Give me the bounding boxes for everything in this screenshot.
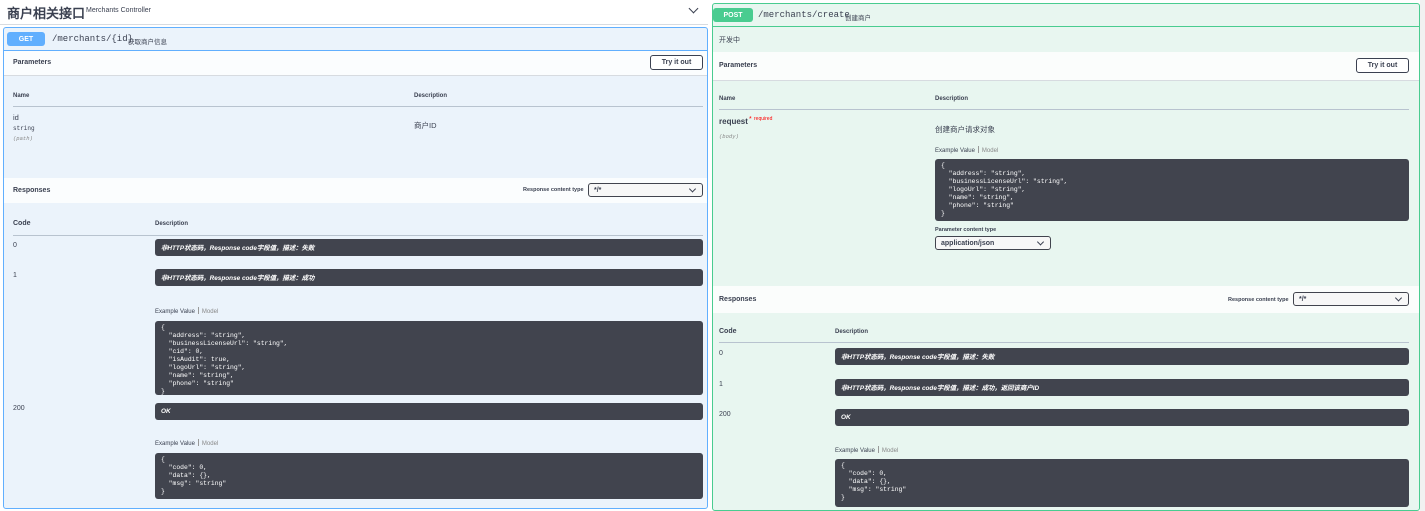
- col-description-header: Description: [935, 96, 969, 102]
- example-model-tabs: Example Value Model: [835, 446, 898, 454]
- response-content-type-label: Response content type: [523, 187, 584, 193]
- try-it-out-button[interactable]: Try it out: [650, 55, 703, 70]
- example-value-code: { "address": "string", "businessLicenseU…: [935, 159, 1409, 221]
- operation-path: /merchants/create: [758, 10, 850, 20]
- response-code: 200: [13, 405, 25, 412]
- example-value-tab[interactable]: Example Value: [155, 309, 195, 315]
- param-description: 创建商户请求对象: [935, 125, 995, 134]
- response-code: 1: [719, 381, 723, 388]
- params-divider: [719, 109, 1409, 110]
- method-badge-post: POST: [713, 8, 753, 22]
- example-value-code: { "code": 0, "data": {}, "msg": "string"…: [835, 459, 1409, 507]
- param-content-type-value: application/json: [941, 239, 995, 247]
- param-name: id: [13, 113, 19, 122]
- response-code: 0: [13, 242, 17, 249]
- responses-title: Responses: [13, 187, 51, 194]
- example-value-tab[interactable]: Example Value: [835, 448, 875, 454]
- operation-summary[interactable]: GET /merchants/{id} 获取商户信息: [4, 28, 707, 51]
- response-content-type-select[interactable]: */*: [1293, 292, 1409, 306]
- responses-divider: [719, 342, 1409, 343]
- responses-header: Responses Response content type */*: [713, 286, 1419, 313]
- scrollbar[interactable]: [1420, 0, 1425, 511]
- collapse-chevron-icon[interactable]: [688, 3, 699, 14]
- param-content-type-select[interactable]: application/json: [935, 236, 1051, 250]
- response-description: OK: [835, 409, 1409, 426]
- responses-header: Responses Response content type */*: [4, 178, 707, 203]
- responses-title: Responses: [719, 296, 757, 303]
- param-type: string: [13, 125, 35, 132]
- operation-summary-text: 获取商户信息: [128, 39, 167, 46]
- col-name-header: Name: [719, 96, 736, 102]
- chevron-down-icon: [1394, 294, 1403, 302]
- example-model-tabs: Example Value Model: [935, 146, 998, 154]
- tag-title: 商户相关接口: [7, 6, 86, 21]
- chevron-down-icon: [1036, 238, 1045, 246]
- example-value-code: { "code": 0, "data": {}, "msg": "string"…: [155, 453, 703, 499]
- response-code: 0: [719, 350, 723, 357]
- tag-header[interactable]: 商户相关接口 Merchants Controller: [0, 0, 708, 25]
- description-header: Description: [835, 329, 869, 335]
- param-description: 商户ID: [414, 121, 437, 130]
- example-value-tab[interactable]: Example Value: [935, 148, 975, 154]
- model-tab[interactable]: Model: [882, 448, 898, 454]
- col-name-header: Name: [13, 93, 30, 99]
- param-in: (path): [13, 135, 33, 142]
- response-content-type-value: */*: [1299, 295, 1307, 303]
- response-content-type-value: */*: [594, 186, 602, 194]
- model-tab[interactable]: Model: [202, 309, 218, 315]
- parameters-title: Parameters: [13, 59, 52, 66]
- operation-path: /merchants/{id}: [52, 34, 134, 44]
- responses-divider: [13, 235, 703, 236]
- try-it-out-button[interactable]: Try it out: [1356, 58, 1409, 73]
- parameters-header: Parameters Try it out: [713, 52, 1419, 81]
- example-model-tabs: Example Value Model: [155, 307, 218, 315]
- example-value-tab[interactable]: Example Value: [155, 441, 195, 447]
- response-description: 非HTTP状态码，Response code字段值，描述：失败: [835, 348, 1409, 365]
- required-label: required: [754, 116, 773, 122]
- response-code: 1: [13, 272, 17, 279]
- get-operation-block: GET /merchants/{id} 获取商户信息 Parameters Tr…: [3, 27, 708, 509]
- response-content-type-label: Response content type: [1228, 297, 1289, 303]
- param-in: (body): [719, 133, 739, 140]
- tag-subtitle: Merchants Controller: [86, 7, 151, 14]
- required-star: *: [749, 116, 752, 123]
- example-model-tabs: Example Value Model: [155, 439, 218, 447]
- parameters-title: Parameters: [719, 62, 758, 69]
- chevron-down-icon: [688, 185, 697, 193]
- operation-description: 开发中: [719, 37, 740, 44]
- code-header: Code: [13, 220, 31, 227]
- code-header: Code: [719, 328, 737, 335]
- response-description: OK: [155, 403, 703, 420]
- param-content-type-label: Parameter content type: [935, 227, 997, 233]
- params-divider: [13, 106, 703, 107]
- post-operation-block: POST /merchants/create 创建商户 开发中 Paramete…: [712, 3, 1420, 511]
- response-content-type-select[interactable]: */*: [588, 183, 703, 197]
- param-name: request: [719, 117, 748, 126]
- response-code: 200: [719, 411, 731, 418]
- model-tab[interactable]: Model: [202, 441, 218, 447]
- col-description-header: Description: [414, 93, 448, 99]
- method-badge-get: GET: [7, 32, 45, 46]
- operation-summary[interactable]: POST /merchants/create 创建商户: [713, 4, 1419, 27]
- description-header: Description: [155, 221, 189, 227]
- response-description: 非HTTP状态码，Response code字段值，描述：失败: [155, 239, 703, 256]
- response-description: 非HTTP状态码，Response code字段值，描述：成功，返回该商户ID: [835, 379, 1409, 396]
- response-description: 非HTTP状态码，Response code字段值，描述：成功: [155, 269, 703, 286]
- operation-summary-text: 创建商户: [845, 15, 871, 22]
- parameters-header: Parameters Try it out: [4, 51, 707, 76]
- model-tab[interactable]: Model: [982, 148, 998, 154]
- example-value-code: { "address": "string", "businessLicenseU…: [155, 321, 703, 395]
